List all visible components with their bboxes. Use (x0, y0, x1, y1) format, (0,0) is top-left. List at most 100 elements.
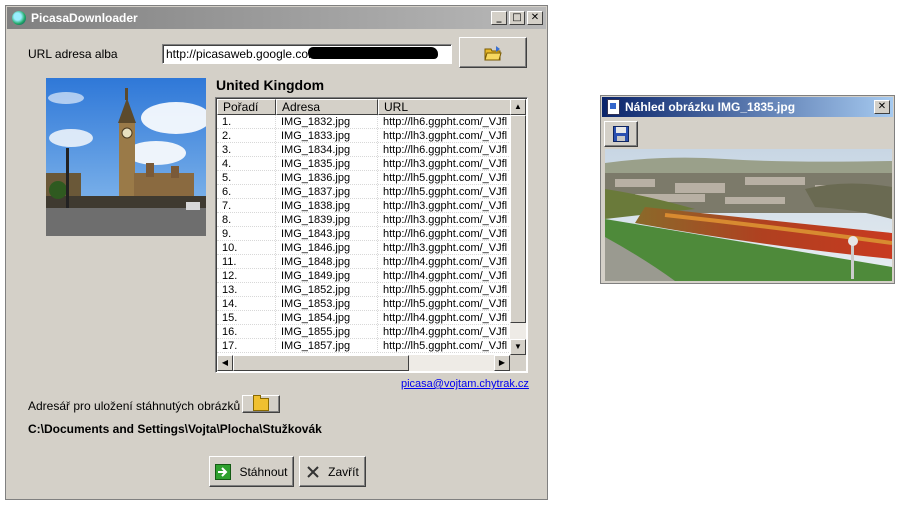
cell-url: http://lh3.ggpht.com/_VJfl (378, 199, 511, 212)
vertical-scroll-thumb[interactable] (510, 115, 526, 323)
cell-url: http://lh3.ggpht.com/_VJfl (378, 157, 511, 170)
table-row[interactable]: 8. IMG_1839.jpg http://lh3.ggpht.com/_VJfl (217, 213, 511, 227)
url-input[interactable]: http://picasaweb.google.com (162, 44, 452, 64)
table-row[interactable]: 13. IMG_1852.jpg http://lh5.ggpht.com/_VJf… (217, 283, 511, 297)
cell-url: http://lh4.ggpht.com/_VJfl (378, 325, 511, 338)
folder-label: Adresář pro uložení stáhnutých obrázků (28, 399, 241, 413)
table-row[interactable]: 7. IMG_1838.jpg http://lh3.ggpht.com/_VJfl (217, 199, 511, 213)
cell-order: 11. (217, 255, 276, 268)
scroll-down-button[interactable]: ▼ (510, 339, 526, 355)
cell-order: 17. (217, 339, 276, 352)
download-button[interactable]: Stáhnout (209, 456, 294, 487)
cell-address: IMG_1832.jpg (276, 115, 378, 128)
cell-order: 15. (217, 311, 276, 324)
close-button-label: Zavřít (328, 464, 359, 479)
cell-order: 16. (217, 325, 276, 338)
horizontal-scroll-thumb[interactable] (233, 355, 409, 371)
close-window-button[interactable]: ✕ (527, 11, 543, 25)
vertical-scrollbar[interactable]: ▲ ▼ (510, 99, 526, 355)
cell-address: IMG_1857.jpg (276, 339, 378, 352)
table-row[interactable]: 4. IMG_1835.jpg http://lh3.ggpht.com/_VJfl (217, 157, 511, 171)
table-row[interactable]: 17. IMG_1857.jpg http://lh5.ggpht.com/_VJf… (217, 339, 511, 353)
table-body: 1. IMG_1832.jpg http://lh6.ggpht.com/_VJfl… (217, 115, 511, 353)
close-button[interactable]: Zavřít (299, 456, 366, 487)
table-row[interactable]: 14. IMG_1853.jpg http://lh5.ggpht.com/_VJf… (217, 297, 511, 311)
close-x-icon (307, 465, 319, 478)
table-row[interactable]: 11. IMG_1848.jpg http://lh4.ggpht.com/_VJf… (217, 255, 511, 269)
table-row[interactable]: 12. IMG_1849.jpg http://lh4.ggpht.com/_VJf… (217, 269, 511, 283)
download-button-label: Stáhnout (239, 464, 288, 479)
table-row[interactable]: 9. IMG_1843.jpg http://lh6.ggpht.com/_VJfl (217, 227, 511, 241)
column-header-address[interactable]: Adresa (276, 99, 378, 115)
preview-image (605, 149, 892, 281)
save-image-button[interactable] (604, 121, 638, 147)
cell-order: 14. (217, 297, 276, 310)
cell-url: http://lh6.ggpht.com/_VJfl (378, 115, 511, 128)
minimize-button[interactable]: _ (491, 11, 507, 25)
images-table[interactable]: Pořadí Adresa URL 1. IMG_1832.jpg http://l… (215, 97, 528, 373)
cell-address: IMG_1833.jpg (276, 129, 378, 142)
column-header-url[interactable]: URL (378, 99, 511, 115)
cell-order: 13. (217, 283, 276, 296)
horizontal-scrollbar[interactable]: ◀ ▶ (217, 355, 510, 371)
open-album-button[interactable] (459, 37, 527, 68)
column-header-order[interactable]: Pořadí (217, 99, 276, 115)
window-title: PicasaDownloader (31, 11, 138, 25)
table-row[interactable]: 2. IMG_1833.jpg http://lh3.ggpht.com/_VJfl (217, 129, 511, 143)
preview-titlebar[interactable]: Náhled obrázku IMG_1835.jpg ✕ (602, 97, 893, 117)
url-value: http://picasaweb.google.com (166, 47, 319, 61)
browse-folder-button[interactable] (242, 394, 280, 413)
table-header: Pořadí Adresa URL (217, 99, 511, 115)
cell-address: IMG_1846.jpg (276, 241, 378, 254)
album-title: United Kingdom (216, 77, 325, 93)
scroll-up-button[interactable]: ▲ (510, 99, 526, 115)
scroll-left-button[interactable]: ◀ (217, 355, 233, 371)
scrollbar-corner (510, 355, 526, 371)
cell-url: http://lh4.ggpht.com/_VJfl (378, 255, 511, 268)
cell-url: http://lh6.ggpht.com/_VJfl (378, 227, 511, 240)
cell-url: http://lh6.ggpht.com/_VJfl (378, 143, 511, 156)
cell-url: http://lh3.ggpht.com/_VJfl (378, 129, 511, 142)
cell-address: IMG_1843.jpg (276, 227, 378, 240)
table-row[interactable]: 6. IMG_1837.jpg http://lh5.ggpht.com/_VJfl (217, 185, 511, 199)
cell-address: IMG_1855.jpg (276, 325, 378, 338)
table-row[interactable]: 3. IMG_1834.jpg http://lh6.ggpht.com/_VJfl (217, 143, 511, 157)
preview-window: Náhled obrázku IMG_1835.jpg ✕ (600, 95, 895, 284)
cell-address: IMG_1849.jpg (276, 269, 378, 282)
app-icon (12, 11, 26, 25)
scroll-right-button[interactable]: ▶ (494, 355, 510, 371)
main-titlebar[interactable]: PicasaDownloader _ □ ✕ (7, 7, 546, 29)
cell-address: IMG_1836.jpg (276, 171, 378, 184)
cell-url: http://lh4.ggpht.com/_VJfl (378, 269, 511, 282)
table-row[interactable]: 10. IMG_1846.jpg http://lh3.ggpht.com/_VJf… (217, 241, 511, 255)
document-image-icon (607, 99, 620, 115)
cell-order: 2. (217, 129, 276, 142)
cell-order: 1. (217, 115, 276, 128)
cell-order: 10. (217, 241, 276, 254)
table-row[interactable]: 15. IMG_1854.jpg http://lh4.ggpht.com/_VJf… (217, 311, 511, 325)
green-arrow-icon (215, 463, 232, 480)
cell-address: IMG_1848.jpg (276, 255, 378, 268)
preview-close-button[interactable]: ✕ (874, 100, 890, 114)
cell-url: http://lh3.ggpht.com/_VJfl (378, 213, 511, 226)
cell-order: 5. (217, 171, 276, 184)
save-disk-icon (613, 126, 629, 142)
cell-url: http://lh5.ggpht.com/_VJfl (378, 283, 511, 296)
album-thumbnail (46, 78, 206, 236)
cell-url: http://lh5.ggpht.com/_VJfl (378, 297, 511, 310)
email-link[interactable]: picasa@vojtam.chytrak.cz (401, 378, 529, 390)
cell-url: http://lh5.ggpht.com/_VJfl (378, 171, 511, 184)
table-row[interactable]: 1. IMG_1832.jpg http://lh6.ggpht.com/_VJfl (217, 115, 511, 129)
maximize-button[interactable]: □ (509, 11, 525, 25)
cell-address: IMG_1854.jpg (276, 311, 378, 324)
table-row[interactable]: 16. IMG_1855.jpg http://lh4.ggpht.com/_VJf… (217, 325, 511, 339)
cell-order: 4. (217, 157, 276, 170)
table-row[interactable]: 5. IMG_1836.jpg http://lh5.ggpht.com/_VJfl (217, 171, 511, 185)
cell-address: IMG_1852.jpg (276, 283, 378, 296)
cell-address: IMG_1834.jpg (276, 143, 378, 156)
cell-address: IMG_1853.jpg (276, 297, 378, 310)
cell-order: 7. (217, 199, 276, 212)
cell-order: 3. (217, 143, 276, 156)
folder-open-icon (484, 45, 502, 60)
cell-order: 8. (217, 213, 276, 226)
